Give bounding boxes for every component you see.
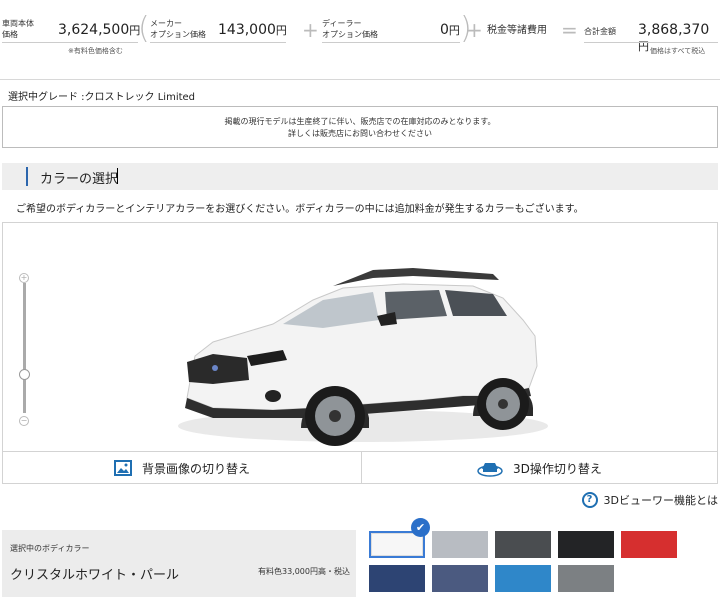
dealer-option-underline	[322, 42, 460, 43]
vehicle-price-label: 車両本体 価格	[2, 18, 34, 40]
color-swatch[interactable]	[432, 565, 488, 592]
color-swatch[interactable]	[558, 565, 614, 592]
vehicle-price-number: 3,624,500	[58, 22, 130, 38]
notice-line-1: 掲載の現行モデルは生産終了に伴い、販売店での在庫対応のみとなります。	[224, 117, 496, 126]
3d-viewer-help-link[interactable]: ? 3Dビューワー機能とは	[581, 492, 718, 508]
selected-body-color-panel: 選択中のボディカラー クリスタルホワイト・パール 有料色33,000円高・税込	[2, 530, 356, 597]
dealer-option-label-line1: ディーラー	[322, 19, 362, 28]
dealer-option-label-line2: オプション価格	[322, 30, 378, 39]
background-toggle-label: 背景画像の切り替え	[141, 461, 250, 476]
zoom-slider-handle[interactable]	[19, 369, 30, 380]
3d-car-icon	[477, 463, 503, 477]
color-swatch[interactable]	[495, 531, 551, 558]
color-description: ご希望のボディカラーとインテリアカラーをお選びください。ボディカラーの中には追加…	[16, 204, 584, 215]
plus-icon: +	[302, 18, 319, 42]
dealer-option-unit: 円	[448, 24, 460, 37]
background-toggle-button[interactable]: 背景画像の切り替え	[3, 452, 361, 484]
discontinued-notice: 掲載の現行モデルは生産終了に伴い、販売店での在庫対応のみとなります。 詳しくは販…	[2, 106, 718, 148]
viewer-buttons: 背景画像の切り替え 3D操作切り替え	[3, 451, 717, 484]
selected-body-color-price: 有料色33,000円高・税込	[258, 567, 350, 576]
maker-option-number: 143,000	[218, 22, 276, 38]
total-price-label: 合計金額	[584, 27, 616, 36]
selected-body-color-name: クリスタルホワイト・パール	[10, 568, 180, 583]
selected-grade-label: 選択中グレード :クロストレック Limited	[8, 92, 196, 103]
section-title: カラーの選択	[40, 172, 119, 187]
maker-option-value: 143,000円	[218, 22, 287, 38]
3d-car-viewer[interactable]: + − 背景画像の切り替え 3D操作切り替え	[2, 222, 718, 484]
car-image[interactable]	[173, 258, 553, 448]
color-swatch[interactable]	[369, 565, 425, 592]
plus-icon: +	[466, 18, 483, 42]
3d-mode-toggle-button[interactable]: 3D操作切り替え	[361, 452, 717, 484]
color-swatch[interactable]	[432, 531, 488, 558]
vehicle-price-note: ※有料色価格含む	[68, 47, 123, 55]
equals-icon: =	[561, 18, 578, 42]
vehicle-price-value: 3,624,500円	[58, 22, 140, 38]
help-label: 3Dビューワー機能とは	[603, 494, 718, 507]
maker-option-label: メーカー オプション価格	[150, 18, 206, 40]
3d-mode-toggle-label: 3D操作切り替え	[513, 461, 602, 476]
price-summary-bar: 車両本体 価格 3,624,500円 ※有料色価格含む ( メーカー オプション…	[0, 0, 720, 80]
maker-option-unit: 円	[275, 24, 287, 37]
zoom-slider-track[interactable]	[23, 283, 26, 413]
dealer-option-label: ディーラー オプション価格	[322, 18, 378, 40]
tax-fees-label: 税金等諸費用	[487, 25, 547, 36]
color-section-header: カラーの選択	[2, 163, 718, 190]
vehicle-price-underline	[2, 42, 138, 43]
vehicle-price-label-line1: 車両本体	[2, 19, 34, 28]
zoom-in-icon[interactable]: +	[19, 273, 29, 283]
maker-option-underline	[150, 42, 286, 43]
maker-option-label-line2: オプション価格	[150, 30, 206, 39]
image-icon	[113, 460, 132, 476]
selected-check-icon: ✔	[411, 518, 430, 537]
maker-option-label-line1: メーカー	[150, 19, 182, 28]
dealer-option-number: 0	[440, 22, 449, 38]
total-price-number: 3,868,370	[638, 22, 710, 38]
zoom-out-icon[interactable]: −	[19, 416, 29, 426]
section-accent-bar	[26, 167, 28, 186]
notice-line-2: 詳しくは販売店にお問い合わせください	[288, 129, 432, 138]
color-swatch[interactable]	[621, 531, 677, 558]
selected-body-color-label: 選択中のボディカラー	[10, 544, 90, 553]
total-price-note: 価格はすべて税込	[650, 47, 706, 55]
dealer-option-value: 0円	[440, 22, 460, 38]
color-swatch[interactable]	[495, 565, 551, 592]
total-price-underline	[584, 42, 718, 43]
text-cursor	[117, 168, 118, 184]
vehicle-price-label-line2: 価格	[2, 30, 18, 39]
open-paren-icon: (	[138, 11, 150, 46]
question-icon: ?	[581, 492, 598, 508]
color-swatch[interactable]	[558, 531, 614, 558]
